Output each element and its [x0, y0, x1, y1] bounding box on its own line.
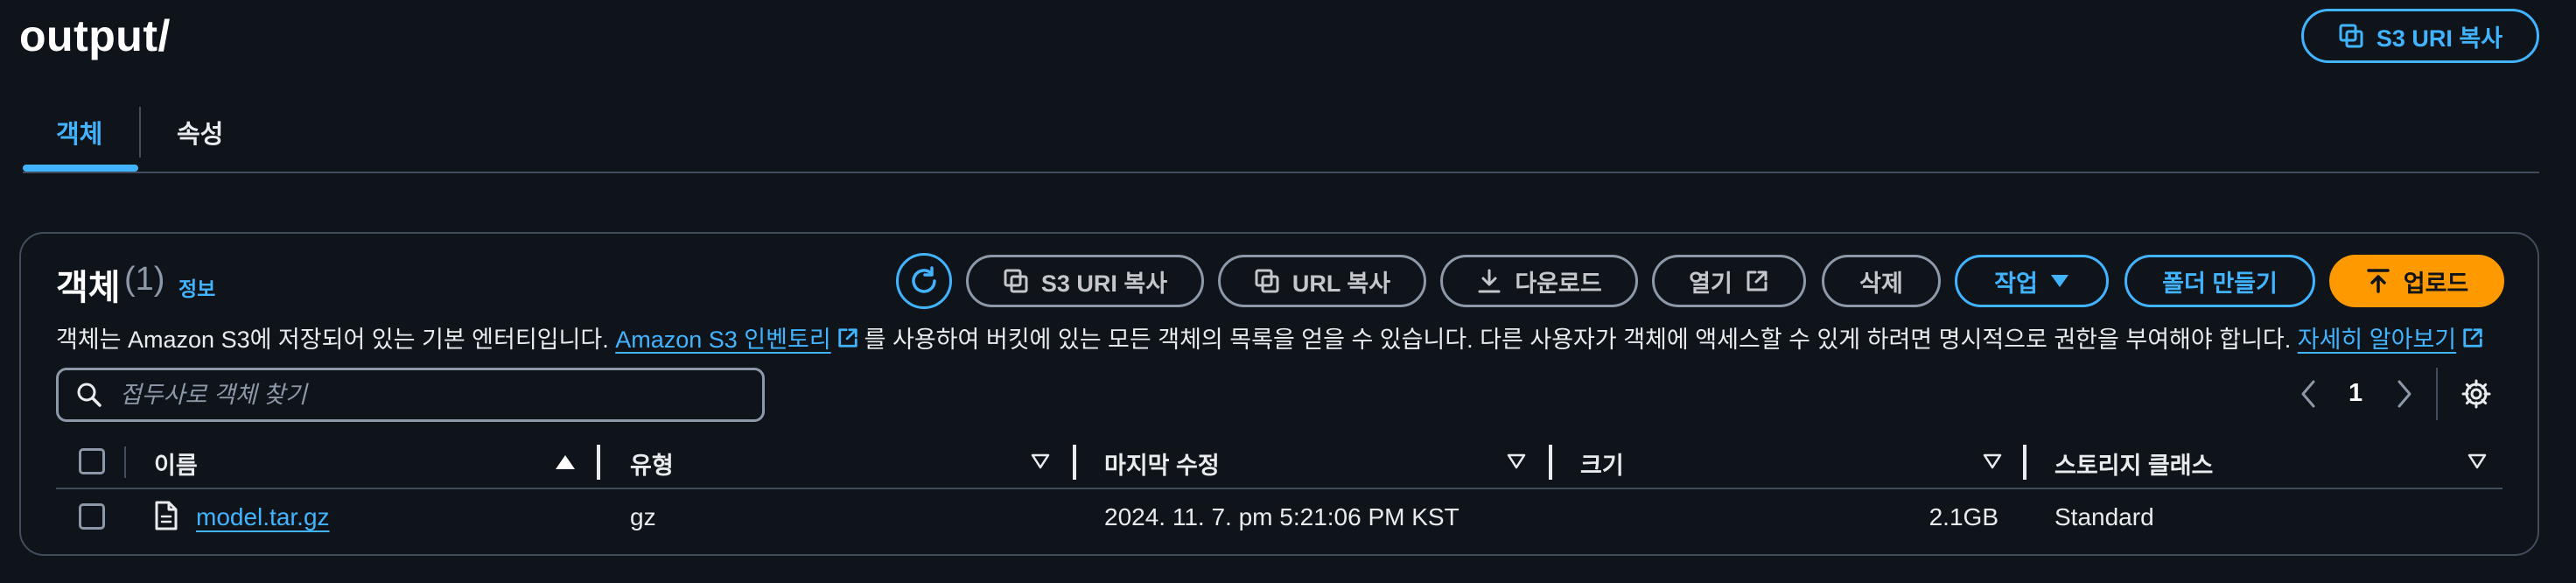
- column-divider: [124, 446, 126, 478]
- copy-s3-uri-label: S3 URI 복사: [1040, 270, 1168, 297]
- object-name-link[interactable]: model.tar.gz: [196, 503, 330, 531]
- tab-objects[interactable]: 객체: [56, 114, 102, 151]
- sort-icon[interactable]: [1031, 453, 1050, 469]
- actions-dropdown[interactable]: 작업: [1955, 255, 2109, 307]
- tabs-underline: [23, 172, 2539, 173]
- open-label: 열기: [1689, 270, 1732, 297]
- download-icon: [1476, 268, 1502, 294]
- page-title: output/: [19, 11, 171, 60]
- active-tab-indicator: [23, 165, 138, 172]
- description-text-1: 객체는 Amazon S3에 저장되어 있는 기본 엔터티입니다.: [56, 327, 616, 353]
- refresh-icon: [908, 265, 940, 297]
- copy-s3-uri-button[interactable]: S3 URI 복사: [966, 255, 1204, 307]
- copy-url-button[interactable]: URL 복사: [1218, 255, 1426, 307]
- select-all-checkbox[interactable]: [79, 448, 105, 474]
- caret-down-icon: [2050, 273, 2069, 289]
- actions-label: 작업: [1994, 270, 2038, 297]
- objects-panel-title: 객체: [56, 269, 121, 307]
- upload-label: 업로드: [2403, 270, 2469, 297]
- file-icon: [154, 501, 178, 530]
- copy-icon: [2338, 23, 2364, 49]
- search-icon: [76, 382, 102, 408]
- object-size: 2.1GB: [1928, 503, 1998, 530]
- delete-label: 삭제: [1859, 270, 1903, 297]
- download-label: 다운로드: [1515, 270, 1602, 297]
- object-last-modified: 2024. 11. 7. pm 5:21:06 PM KST: [1104, 503, 1460, 530]
- object-type: gz: [630, 503, 656, 530]
- info-link[interactable]: 정보: [178, 272, 215, 302]
- external-link-icon: [1745, 269, 1769, 293]
- column-resizer[interactable]: [1073, 445, 1076, 480]
- copy-s3-uri-header-label: S3 URI 복사: [2376, 25, 2503, 52]
- delete-button[interactable]: 삭제: [1822, 255, 1941, 307]
- copy-url-label: URL 복사: [1292, 270, 1391, 297]
- column-header-type[interactable]: 유형: [630, 446, 674, 481]
- open-button[interactable]: 열기: [1652, 255, 1806, 307]
- upload-button[interactable]: 업로드: [2329, 255, 2504, 307]
- pagination-divider: [2436, 368, 2438, 420]
- tab-properties[interactable]: 속성: [177, 114, 223, 151]
- learn-more-link[interactable]: 자세히 알아보기: [2298, 320, 2456, 355]
- next-page-icon[interactable]: [2394, 378, 2415, 410]
- external-link-icon: [836, 327, 859, 349]
- description-text-2: 를 사용하여 버킷에 있는 모든 객체의 목록을 얻을 수 있습니다. 다른 사…: [864, 327, 2298, 353]
- column-resizer[interactable]: [2023, 445, 2026, 480]
- copy-s3-uri-header-button[interactable]: S3 URI 복사: [2301, 9, 2539, 63]
- search-box[interactable]: [56, 368, 765, 422]
- create-folder-label: 폴더 만들기: [2162, 270, 2278, 297]
- sort-icon[interactable]: [2468, 453, 2487, 469]
- page-number[interactable]: 1: [2348, 379, 2362, 408]
- previous-page-icon[interactable]: [2298, 378, 2319, 410]
- create-folder-button[interactable]: 폴더 만들기: [2124, 255, 2315, 307]
- external-link-icon: [2461, 327, 2484, 349]
- copy-icon: [1254, 268, 1280, 294]
- sort-ascending-icon[interactable]: [555, 453, 576, 471]
- tab-divider: [139, 107, 141, 158]
- copy-icon: [1003, 268, 1029, 294]
- table-header-divider: [56, 488, 2502, 489]
- sort-icon[interactable]: [1507, 453, 1526, 469]
- settings-gear-icon[interactable]: [2460, 378, 2492, 410]
- search-input[interactable]: [118, 380, 731, 410]
- column-resizer[interactable]: [597, 445, 600, 480]
- inventory-link[interactable]: Amazon S3 인벤토리: [615, 320, 830, 355]
- column-resizer[interactable]: [1549, 445, 1552, 480]
- objects-count: (1): [124, 261, 165, 298]
- column-header-name[interactable]: 이름: [154, 446, 198, 481]
- column-header-storage-class[interactable]: 스토리지 클래스: [2054, 446, 2213, 481]
- refresh-button[interactable]: [896, 253, 952, 309]
- upload-icon: [2365, 268, 2391, 294]
- sort-icon[interactable]: [1983, 453, 2002, 469]
- column-header-size[interactable]: 크기: [1580, 446, 1624, 481]
- objects-description: 객체는 Amazon S3에 저장되어 있는 기본 엔터티입니다. Amazon…: [56, 320, 2489, 355]
- download-button[interactable]: 다운로드: [1440, 255, 1638, 307]
- object-storage-class: Standard: [2054, 503, 2154, 530]
- column-header-last-modified[interactable]: 마지막 수정: [1104, 446, 1220, 481]
- row-checkbox[interactable]: [79, 503, 105, 530]
